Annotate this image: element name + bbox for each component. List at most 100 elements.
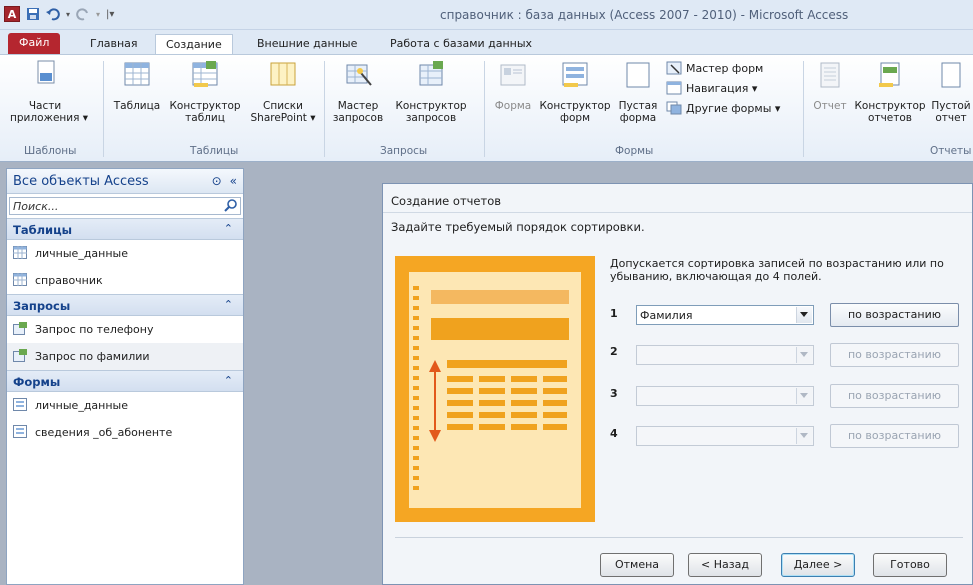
application-parts-icon	[37, 60, 55, 84]
nav-item-label: справочник	[35, 274, 103, 287]
group-label-forms: Формы	[615, 145, 654, 157]
nav-search-placeholder: Поиск...	[13, 200, 59, 213]
table-icon	[13, 246, 27, 259]
nav-item-label: Запрос по телефону	[35, 323, 154, 336]
back-button[interactable]: < Назад	[688, 553, 762, 577]
table-icon	[124, 62, 150, 86]
sort-level-number: 4	[610, 427, 618, 440]
chevron-down-icon[interactable]	[796, 388, 812, 404]
report-button[interactable]: Отчет	[810, 59, 850, 112]
query-design-button[interactable]: Конструктор запросов	[394, 59, 468, 124]
nav-search-input[interactable]: Поиск...	[9, 197, 241, 215]
form-wizard-icon	[666, 61, 682, 75]
blank-report-button[interactable]: Пустой отчет	[929, 59, 973, 124]
nav-header[interactable]: Все объекты Access ⊙ «	[7, 169, 243, 194]
group-label-reports: Отчеты	[930, 145, 972, 157]
nav-item-query[interactable]: Запрос по фамилии	[7, 343, 243, 370]
form-icon	[500, 64, 526, 86]
report-design-button[interactable]: Конструктор отчетов	[853, 59, 927, 124]
navigation-button[interactable]: Навигация ▾	[666, 81, 757, 95]
application-parts-button[interactable]: Части приложения ▾	[10, 59, 88, 124]
nav-item-label: Запрос по фамилии	[35, 350, 150, 363]
blank-form-icon	[626, 62, 650, 88]
sort-field-value: Фамилия	[640, 309, 693, 322]
form-wizard-button[interactable]: Мастер форм	[666, 61, 763, 75]
nav-item-table[interactable]: справочник	[7, 267, 243, 294]
sort-order-button-2[interactable]: по возрастанию	[830, 343, 959, 367]
nav-section-title: Таблицы	[13, 223, 73, 237]
collapse-pane-icon[interactable]: «	[230, 174, 237, 188]
redo-dropdown-icon[interactable]: ▾	[96, 10, 100, 19]
nav-item-table[interactable]: личные_данные	[7, 240, 243, 267]
collapse-section-icon[interactable]: ⌃	[224, 374, 233, 387]
window-title: справочник : база данных (Access 2007 - …	[440, 8, 849, 22]
query-icon	[13, 322, 27, 335]
chevron-down-icon[interactable]	[796, 347, 812, 363]
more-forms-icon	[666, 101, 682, 115]
undo-dropdown-icon[interactable]: ▾	[66, 10, 70, 19]
sharepoint-lists-button[interactable]: Списки SharePoint ▾	[249, 59, 317, 124]
tab-create[interactable]: Создание	[155, 34, 233, 54]
group-label-templates: Шаблоны	[24, 145, 77, 157]
next-button[interactable]: Далее >	[781, 553, 855, 577]
sort-field-combo-4[interactable]	[636, 426, 814, 446]
sort-level-number: 2	[610, 345, 618, 358]
sort-order-button-4[interactable]: по возрастанию	[830, 424, 959, 448]
tab-home[interactable]: Главная	[80, 34, 148, 54]
blank-form-button[interactable]: Пустая форма	[616, 59, 660, 124]
quick-access-toolbar: A ▾ ▾ |▾	[4, 6, 114, 22]
blank-report-icon	[941, 62, 961, 88]
nav-item-query[interactable]: Запрос по телефону	[7, 316, 243, 343]
customize-toolbar-icon[interactable]: |▾	[106, 9, 114, 20]
more-forms-button[interactable]: Другие формы ▾	[666, 101, 780, 115]
nav-header-title: Все объекты Access	[13, 174, 149, 189]
nav-section-title: Запросы	[13, 299, 71, 313]
redo-icon[interactable]	[76, 7, 90, 21]
sort-order-button-1[interactable]: по возрастанию	[830, 303, 959, 327]
navigation-pane: Все объекты Access ⊙ « Поиск... Таблицы …	[6, 168, 244, 585]
chevron-down-icon[interactable]	[796, 307, 812, 323]
ribbon-tabs: Файл Главная Создание Внешние данные Раб…	[0, 30, 973, 54]
form-button[interactable]: Форма	[491, 59, 535, 112]
access-logo-icon[interactable]: A	[4, 6, 20, 22]
nav-menu-dropdown-icon[interactable]: ⊙	[212, 174, 222, 188]
nav-item-label: сведения _об_абоненте	[35, 426, 173, 439]
dialog-instruction: Задайте требуемый порядок сортировки.	[391, 220, 645, 234]
nav-section-tables[interactable]: Таблицы ⌃	[7, 218, 243, 240]
query-wizard-button[interactable]: Мастер запросов	[332, 59, 384, 124]
search-icon[interactable]	[224, 199, 238, 213]
table-design-button[interactable]: Конструктор таблиц	[168, 59, 242, 124]
sort-level-number: 3	[610, 387, 618, 400]
nav-section-forms[interactable]: Формы ⌃	[7, 370, 243, 392]
report-design-icon	[879, 62, 900, 87]
collapse-section-icon[interactable]: ⌃	[224, 298, 233, 311]
cancel-button[interactable]: Отмена	[600, 553, 674, 577]
ribbon: Части приложения ▾ Шаблоны Таблица Констр…	[0, 54, 973, 162]
sort-hint-text: Допускается сортировка записей по возрас…	[610, 257, 944, 283]
chevron-down-icon[interactable]	[796, 428, 812, 444]
table-icon	[13, 273, 27, 286]
query-wizard-icon	[346, 64, 372, 86]
query-icon	[13, 349, 27, 362]
sort-field-combo-1[interactable]: Фамилия	[636, 305, 814, 325]
group-label-tables: Таблицы	[190, 145, 239, 157]
sharepoint-lists-icon	[270, 62, 296, 86]
tab-external-data[interactable]: Внешние данные	[247, 34, 367, 54]
form-design-button[interactable]: Конструктор форм	[538, 59, 612, 124]
sort-order-button-3[interactable]: по возрастанию	[830, 384, 959, 408]
nav-item-form[interactable]: сведения _об_абоненте	[7, 419, 243, 446]
nav-item-form[interactable]: личные_данные	[7, 392, 243, 419]
undo-icon[interactable]	[46, 7, 60, 21]
form-icon	[13, 398, 27, 411]
finish-button[interactable]: Готово	[873, 553, 947, 577]
sort-field-combo-3[interactable]	[636, 386, 814, 406]
form-icon	[13, 425, 27, 438]
table-button[interactable]: Таблица	[112, 59, 162, 112]
tab-database-tools[interactable]: Работа с базами данных	[380, 34, 542, 54]
save-icon[interactable]	[26, 7, 40, 21]
title-bar: A ▾ ▾ |▾ справочник : база данных (Acces…	[0, 0, 973, 30]
sort-field-combo-2[interactable]	[636, 345, 814, 365]
collapse-section-icon[interactable]: ⌃	[224, 222, 233, 235]
nav-section-queries[interactable]: Запросы ⌃	[7, 294, 243, 316]
tab-file[interactable]: Файл	[8, 33, 61, 54]
